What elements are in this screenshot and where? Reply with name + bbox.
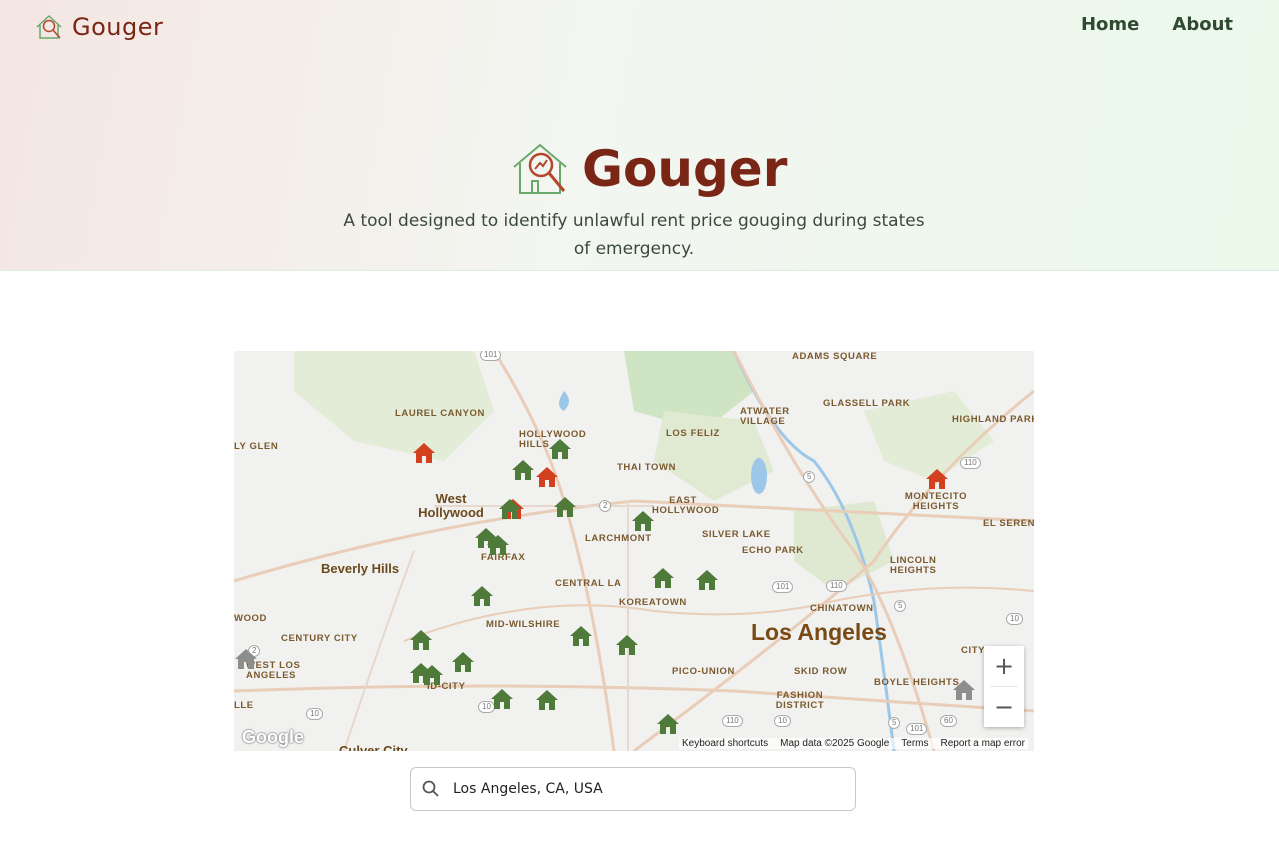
house-marker-flagged[interactable]	[412, 441, 436, 465]
map-label: FASHION DISTRICT	[775, 690, 825, 711]
keyboard-shortcuts-link[interactable]: Keyboard shortcuts	[682, 738, 768, 749]
google-logo: Google	[242, 727, 304, 747]
route-shield: 101	[906, 723, 928, 735]
house-magnifier-icon	[36, 14, 62, 39]
house-marker-flagged[interactable]	[535, 465, 559, 489]
map-label: PICO-UNION	[672, 666, 735, 677]
map-label: MONTECITO HEIGHTS	[904, 491, 968, 512]
brand-logo-link[interactable]: Gouger	[34, 12, 163, 42]
map-label: West Hollywood	[418, 491, 484, 520]
map-label: ECHO PARK	[742, 545, 804, 556]
house-marker-ok[interactable]	[490, 687, 514, 711]
route-shield: 110	[722, 715, 743, 727]
house-marker-ok[interactable]	[569, 624, 593, 648]
house-marker-ok[interactable]	[695, 568, 719, 592]
route-shield: 10	[1006, 613, 1023, 625]
map-label: LLE	[234, 700, 254, 711]
brand-name: Gouger	[72, 13, 164, 41]
map-label: CHINATOWN	[810, 603, 874, 614]
house-marker-flagged[interactable]	[925, 467, 949, 491]
map-label: ADAMS SQUARE	[792, 351, 878, 362]
map-view[interactable]: 101 110 5 2 101 110 5 10 2 10 10 110 10 …	[234, 351, 1034, 751]
route-shield: 101	[772, 581, 794, 593]
house-marker-ok[interactable]	[498, 497, 522, 521]
route-shield: 101	[480, 351, 502, 361]
nav-home-link[interactable]: Home	[1081, 14, 1139, 35]
hero-banner: Gouger Home About Gouger A tool designed…	[0, 0, 1279, 271]
map-label: Culver City	[339, 743, 408, 751]
house-marker-ok[interactable]	[470, 584, 494, 608]
house-marker-ok[interactable]	[486, 533, 510, 557]
house-magnifier-icon	[513, 143, 567, 194]
map-label: SKID ROW	[794, 666, 848, 677]
house-marker-ok[interactable]	[535, 688, 559, 712]
house-marker-unknown[interactable]	[952, 678, 976, 702]
nav-about-link[interactable]: About	[1172, 14, 1233, 35]
map-label: CENTURY CITY	[281, 633, 358, 644]
main-nav: Home About	[1081, 14, 1233, 35]
map-label: GLASSELL PARK	[823, 398, 911, 409]
map-label: CENTRAL LA	[555, 578, 622, 589]
hero-subtitle: A tool designed to identify unlawful ren…	[343, 211, 925, 259]
route-shield: 110	[960, 457, 981, 469]
house-marker-ok[interactable]	[651, 566, 675, 590]
house-marker-ok[interactable]	[631, 509, 655, 533]
search-icon	[422, 780, 439, 797]
map-label: CITY	[961, 645, 986, 656]
map-label: LY GLEN	[234, 441, 279, 452]
map-attribution: Keyboard shortcuts Map data ©2025 Google…	[678, 738, 1028, 749]
map-label: LOS FELIZ	[666, 428, 720, 439]
map-label: LARCHMONT	[585, 533, 652, 544]
zoom-controls: + −	[984, 646, 1024, 727]
map-base-layer	[234, 351, 1034, 751]
hero-title: Gouger	[510, 140, 787, 198]
route-shield: 110	[826, 580, 847, 592]
house-marker-ok[interactable]	[451, 650, 475, 674]
zoom-out-button[interactable]: −	[984, 687, 1024, 727]
map-label: LINCOLN HEIGHTS	[890, 555, 937, 576]
map-label: ATWATER VILLAGE	[740, 406, 790, 427]
house-marker-ok[interactable]	[511, 458, 535, 482]
map-label: THAI TOWN	[617, 462, 677, 473]
search-input[interactable]	[451, 780, 835, 798]
route-shield: 10	[774, 715, 791, 727]
map-label: LAUREL CANYON	[395, 408, 485, 419]
terms-link[interactable]: Terms	[901, 738, 928, 749]
house-marker-ok[interactable]	[553, 495, 577, 519]
map-data-text: Map data ©2025 Google	[780, 738, 890, 749]
location-search	[410, 767, 856, 811]
house-marker-ok[interactable]	[420, 663, 444, 687]
map-label: EAST HOLLYWOOD	[652, 495, 720, 516]
house-marker-ok[interactable]	[615, 633, 639, 657]
map-label: WOOD	[234, 613, 268, 624]
map-label: HIGHLAND PARK	[952, 414, 1034, 425]
map-label: EL SERENO	[983, 518, 1034, 529]
house-marker-ok[interactable]	[656, 712, 680, 736]
map-label: Beverly Hills	[321, 561, 400, 576]
route-shield: 60	[940, 715, 957, 727]
house-marker-unknown[interactable]	[234, 647, 258, 671]
map-label: SILVER LAKE	[702, 529, 771, 540]
report-error-link[interactable]: Report a map error	[941, 738, 1025, 749]
route-shield: 10	[306, 708, 323, 720]
map-label: BOYLE HEIGHTS	[874, 677, 960, 688]
house-marker-ok[interactable]	[409, 628, 433, 652]
house-marker-ok[interactable]	[548, 437, 572, 461]
map-label: Los Angeles	[751, 619, 887, 645]
hero-title-text: Gouger	[582, 140, 788, 198]
map-label: MID-WILSHIRE	[486, 619, 561, 630]
zoom-in-button[interactable]: +	[984, 646, 1024, 686]
map-label: KOREATOWN	[619, 597, 687, 608]
